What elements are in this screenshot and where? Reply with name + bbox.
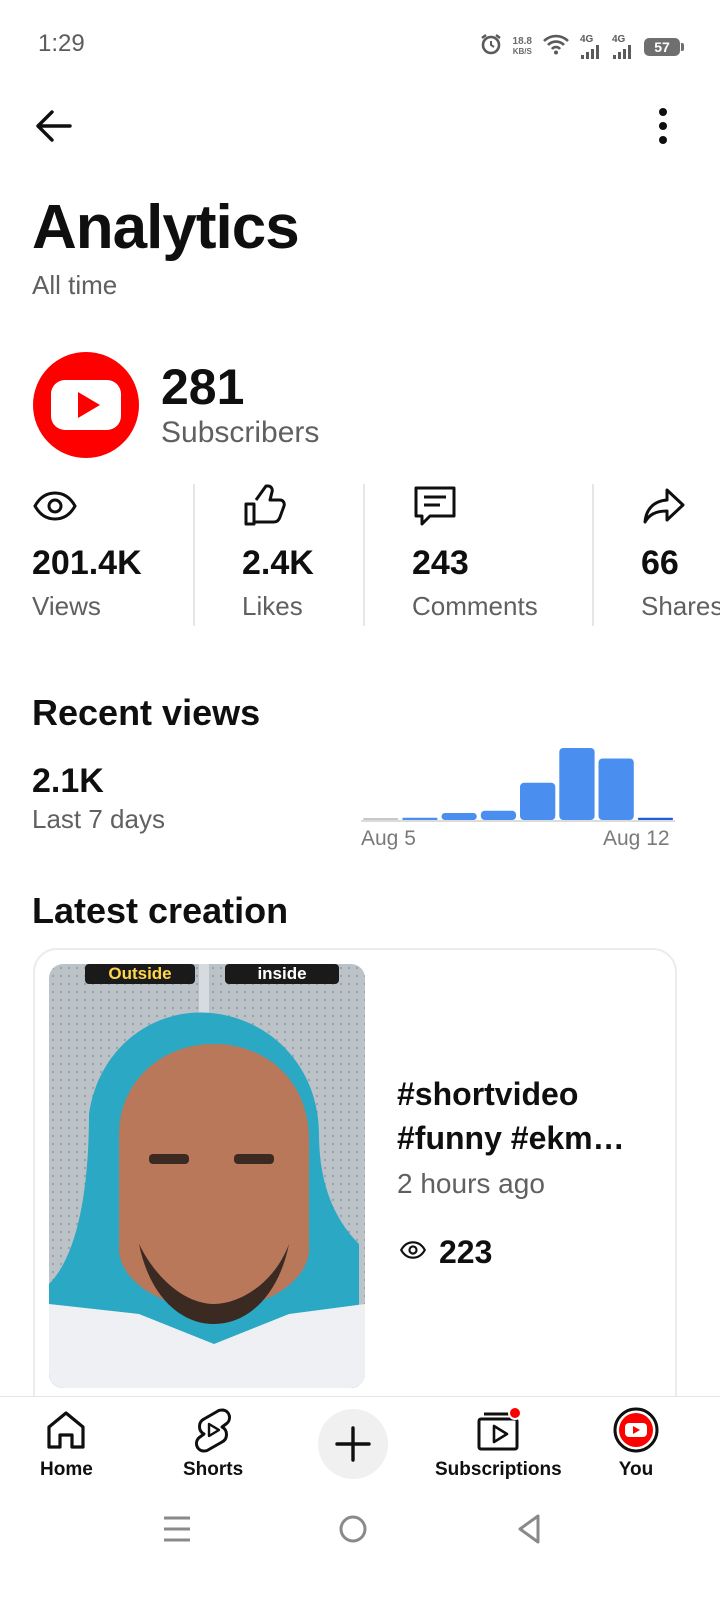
video-thumbnail-image: Outside inside <box>49 964 365 1388</box>
system-nav-bar <box>0 1496 720 1600</box>
stat-label: Views <box>32 591 101 621</box>
triangle-back-icon <box>518 1514 540 1544</box>
home-icon <box>47 1411 85 1449</box>
recent-views-period: Last 7 days <box>32 804 165 834</box>
video-thumbnail[interactable]: Outside inside <box>49 964 365 1388</box>
divider <box>193 484 195 626</box>
period-subtitle: All time <box>32 270 118 300</box>
svg-text:inside: inside <box>257 964 306 983</box>
bottom-nav: Home Shorts Subscriptions You <box>0 1396 720 1497</box>
stat-shares[interactable]: 66 Shares <box>641 484 720 622</box>
home-system-button[interactable] <box>336 1512 370 1551</box>
signal-2: 4G <box>612 34 634 59</box>
stat-shares-clip: 66 Shares <box>641 484 720 634</box>
divider <box>363 484 365 626</box>
comment-icon <box>412 484 538 528</box>
back-system-button[interactable] <box>512 1512 546 1551</box>
recent-apps-button[interactable] <box>160 1512 194 1551</box>
profile-avatar-icon <box>613 1407 659 1453</box>
video-title: #shortvideo #funny #ekm… <box>397 1076 625 1156</box>
net-speed: 18.8 KB/S <box>512 35 532 56</box>
nav-label: Subscriptions <box>435 1459 562 1480</box>
video-view-count: 223 <box>439 1234 493 1270</box>
shorts-icon <box>195 1408 232 1453</box>
subscriber-count: 281 <box>161 359 245 415</box>
chart-end-label: Aug 12 <box>603 827 670 850</box>
svg-text:Outside: Outside <box>108 964 171 983</box>
more-vert-icon <box>659 108 667 144</box>
notification-dot <box>508 1407 523 1420</box>
stat-comments[interactable]: 243 Comments <box>412 484 538 622</box>
stat-value: 2.4K <box>242 544 314 582</box>
channel-avatar[interactable] <box>33 352 139 458</box>
battery-indicator: 57 <box>644 37 684 56</box>
video-time: 2 hours ago <box>397 1168 545 1199</box>
more-options-button[interactable] <box>650 104 676 148</box>
chart-bar <box>637 817 674 820</box>
chart-bar <box>598 758 634 820</box>
chart-bar <box>559 748 595 820</box>
stat-value: 201.4K <box>32 544 142 582</box>
chart-bar <box>441 813 477 820</box>
divider <box>592 484 594 626</box>
plus-icon <box>335 1426 371 1462</box>
nav-shorts[interactable]: Shorts <box>183 1407 243 1481</box>
create-button[interactable] <box>318 1409 388 1479</box>
nav-subscriptions[interactable]: Subscriptions <box>435 1407 562 1481</box>
nav-label: Shorts <box>183 1459 244 1480</box>
nav-label: You <box>618 1459 654 1480</box>
stat-likes[interactable]: 2.4K Likes <box>242 484 314 622</box>
video-views: 223 <box>397 1234 492 1271</box>
signal-1: 4G <box>580 34 602 59</box>
share-icon <box>641 484 720 528</box>
nav-label: Home <box>40 1459 93 1480</box>
latest-creation-title: Latest creation <box>32 890 289 931</box>
status-time: 1:29 <box>38 30 85 57</box>
chart-bar <box>520 782 556 820</box>
recent-views-chart[interactable] <box>361 748 675 824</box>
youtube-logo-icon <box>51 380 121 430</box>
alarm-icon <box>479 32 503 61</box>
stat-value: 66 <box>641 544 679 582</box>
latest-video-card[interactable]: Outside inside #shortvideo #funny #ekm… … <box>33 948 677 1422</box>
subscriber-label: Subscribers <box>161 416 320 449</box>
page-title: Analytics <box>32 193 300 262</box>
circle-home-icon <box>339 1515 367 1543</box>
wifi-icon <box>542 33 570 60</box>
menu-icon <box>164 1516 190 1542</box>
nav-home[interactable]: Home <box>40 1407 93 1481</box>
chart-bar <box>402 817 438 820</box>
stat-label: Comments <box>412 591 538 621</box>
back-button[interactable] <box>30 104 78 153</box>
status-icons: 18.8 KB/S 4G 4G 57 <box>479 32 684 61</box>
nav-you[interactable]: You <box>612 1407 660 1481</box>
back-arrow-icon <box>36 110 72 142</box>
thumbs-up-icon <box>242 484 314 528</box>
recent-views-count: 2.1K <box>32 762 104 800</box>
stat-label: Shares <box>641 591 720 621</box>
chart-bar <box>480 810 517 820</box>
subscriptions-icon <box>477 1407 523 1451</box>
stat-value: 243 <box>412 544 469 582</box>
stat-label: Likes <box>242 591 303 621</box>
chart-bar <box>363 818 399 820</box>
chart-start-label: Aug 5 <box>361 827 416 850</box>
recent-views-title: Recent views <box>32 692 261 733</box>
stat-views[interactable]: 201.4K Views <box>32 484 142 622</box>
eye-icon <box>397 1234 429 1271</box>
eye-icon <box>32 484 142 528</box>
